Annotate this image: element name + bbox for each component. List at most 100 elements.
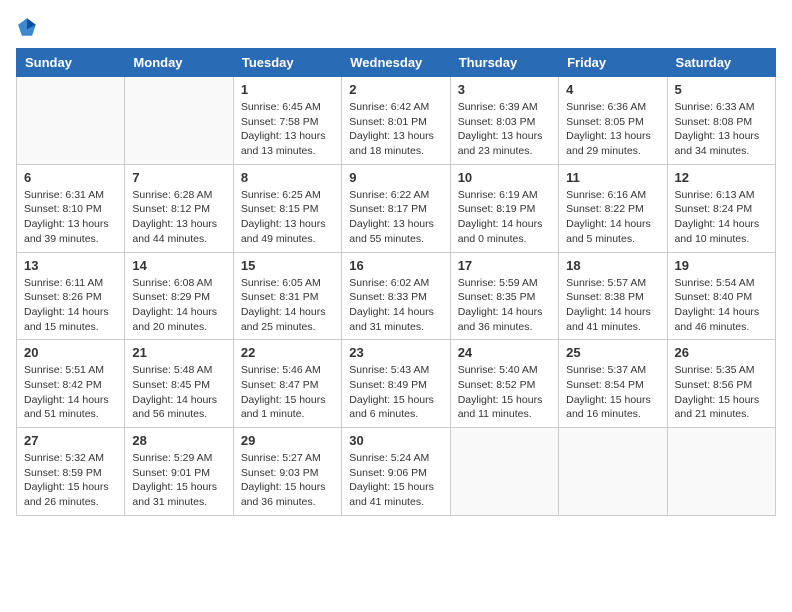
day-number: 23 [349,345,442,360]
calendar-cell: 16 Sunrise: 6:02 AMSunset: 8:33 PMDayligh… [342,252,450,340]
day-info: Sunrise: 6:02 AMSunset: 8:33 PMDaylight:… [349,276,442,335]
calendar-cell [125,77,233,165]
day-number: 12 [675,170,768,185]
calendar-cell: 22 Sunrise: 5:46 AMSunset: 8:47 PMDayligh… [233,340,341,428]
calendar-cell: 15Sunrise: 6:05 AMSunset: 8:31 PMDayligh… [233,252,341,340]
day-info: Sunrise: 5:32 AMSunset: 8:59 PMDaylight:… [24,451,117,510]
calendar-cell: 1 Sunrise: 6:45 AMSunset: 7:58 PMDaylight… [233,77,341,165]
calendar-week-row: 13 Sunrise: 6:11 AMSunset: 8:26 PMDayligh… [17,252,776,340]
day-info: Sunrise: 5:24 AMSunset: 9:06 PMDaylight:… [349,451,442,510]
calendar-cell: 12 Sunrise: 6:13 AMSunset: 8:24 PMDayligh… [667,164,775,252]
calendar-cell: 20 Sunrise: 5:51 AMSunset: 8:42 PMDayligh… [17,340,125,428]
day-number: 24 [458,345,551,360]
day-info: Sunrise: 5:27 AMSunset: 9:03 PMDaylight:… [241,451,334,510]
calendar-week-row: 27 Sunrise: 5:32 AMSunset: 8:59 PMDayligh… [17,428,776,516]
weekday-header: Tuesday [233,49,341,77]
weekday-header: Thursday [450,49,558,77]
calendar-cell: 23 Sunrise: 5:43 AMSunset: 8:49 PMDayligh… [342,340,450,428]
day-info: Sunrise: 5:51 AMSunset: 8:42 PMDaylight:… [24,363,117,422]
calendar-cell [559,428,667,516]
logo-icon [16,16,38,38]
calendar-cell: 25 Sunrise: 5:37 AMSunset: 8:54 PMDayligh… [559,340,667,428]
logo [16,16,42,38]
calendar-cell: 13 Sunrise: 6:11 AMSunset: 8:26 PMDayligh… [17,252,125,340]
day-number: 16 [349,258,442,273]
calendar-cell: 17 Sunrise: 5:59 AMSunset: 8:35 PMDayligh… [450,252,558,340]
day-number: 2 [349,82,442,97]
day-number: 25 [566,345,659,360]
day-info: Sunrise: 6:42 AMSunset: 8:01 PMDaylight:… [349,100,442,159]
calendar-cell: 11Sunrise: 6:16 AMSunset: 8:22 PMDayligh… [559,164,667,252]
day-number: 4 [566,82,659,97]
day-number: 13 [24,258,117,273]
day-info: Sunrise: 5:43 AMSunset: 8:49 PMDaylight:… [349,363,442,422]
day-number: 18 [566,258,659,273]
day-info: Sunrise: 5:54 AMSunset: 8:40 PMDaylight:… [675,276,768,335]
calendar-week-row: 20 Sunrise: 5:51 AMSunset: 8:42 PMDayligh… [17,340,776,428]
calendar-cell: 7 Sunrise: 6:28 AMSunset: 8:12 PMDaylight… [125,164,233,252]
calendar-cell: 6 Sunrise: 6:31 AMSunset: 8:10 PMDaylight… [17,164,125,252]
day-number: 6 [24,170,117,185]
day-number: 20 [24,345,117,360]
day-info: Sunrise: 5:48 AMSunset: 8:45 PMDaylight:… [132,363,225,422]
day-info: Sunrise: 6:33 AMSunset: 8:08 PMDaylight:… [675,100,768,159]
day-number: 30 [349,433,442,448]
day-number: 28 [132,433,225,448]
day-number: 26 [675,345,768,360]
day-info: Sunrise: 6:22 AMSunset: 8:17 PMDaylight:… [349,188,442,247]
day-number: 29 [241,433,334,448]
weekday-header: Friday [559,49,667,77]
calendar-cell: 10 Sunrise: 6:19 AMSunset: 8:19 PMDayligh… [450,164,558,252]
day-number: 15 [241,258,334,273]
day-info: Sunrise: 5:35 AMSunset: 8:56 PMDaylight:… [675,363,768,422]
calendar-week-row: 1 Sunrise: 6:45 AMSunset: 7:58 PMDaylight… [17,77,776,165]
day-info: Sunrise: 5:46 AMSunset: 8:47 PMDaylight:… [241,363,334,422]
calendar-cell [450,428,558,516]
weekday-header: Saturday [667,49,775,77]
calendar-cell: 5 Sunrise: 6:33 AMSunset: 8:08 PMDaylight… [667,77,775,165]
day-info: Sunrise: 6:11 AMSunset: 8:26 PMDaylight:… [24,276,117,335]
calendar-week-row: 6 Sunrise: 6:31 AMSunset: 8:10 PMDaylight… [17,164,776,252]
calendar-cell: 3Sunrise: 6:39 AMSunset: 8:03 PMDaylight… [450,77,558,165]
calendar-cell: 21 Sunrise: 5:48 AMSunset: 8:45 PMDayligh… [125,340,233,428]
day-number: 10 [458,170,551,185]
weekday-header: Monday [125,49,233,77]
calendar-cell: 2 Sunrise: 6:42 AMSunset: 8:01 PMDaylight… [342,77,450,165]
day-info: Sunrise: 5:40 AMSunset: 8:52 PMDaylight:… [458,363,551,422]
day-number: 22 [241,345,334,360]
day-number: 21 [132,345,225,360]
day-number: 8 [241,170,334,185]
calendar-cell [667,428,775,516]
day-number: 19 [675,258,768,273]
day-info: Sunrise: 6:19 AMSunset: 8:19 PMDaylight:… [458,188,551,247]
calendar-cell: 19 Sunrise: 5:54 AMSunset: 8:40 PMDayligh… [667,252,775,340]
calendar-cell: 18Sunrise: 5:57 AMSunset: 8:38 PMDayligh… [559,252,667,340]
day-info: Sunrise: 6:39 AMSunset: 8:03 PMDaylight:… [458,100,551,159]
calendar-cell: 28Sunrise: 5:29 AMSunset: 9:01 PMDayligh… [125,428,233,516]
weekday-header: Sunday [17,49,125,77]
day-info: Sunrise: 6:45 AMSunset: 7:58 PMDaylight:… [241,100,334,159]
day-number: 17 [458,258,551,273]
day-info: Sunrise: 5:59 AMSunset: 8:35 PMDaylight:… [458,276,551,335]
day-info: Sunrise: 6:08 AMSunset: 8:29 PMDaylight:… [132,276,225,335]
day-number: 7 [132,170,225,185]
calendar-cell [17,77,125,165]
weekday-header: Wednesday [342,49,450,77]
calendar-cell: 29 Sunrise: 5:27 AMSunset: 9:03 PMDayligh… [233,428,341,516]
day-number: 1 [241,82,334,97]
day-info: Sunrise: 6:13 AMSunset: 8:24 PMDaylight:… [675,188,768,247]
day-number: 27 [24,433,117,448]
calendar-cell: 8 Sunrise: 6:25 AMSunset: 8:15 PMDaylight… [233,164,341,252]
day-info: Sunrise: 6:28 AMSunset: 8:12 PMDaylight:… [132,188,225,247]
calendar-cell: 9Sunrise: 6:22 AMSunset: 8:17 PMDaylight… [342,164,450,252]
day-info: Sunrise: 6:31 AMSunset: 8:10 PMDaylight:… [24,188,117,247]
calendar-table: SundayMondayTuesdayWednesdayThursdayFrid… [16,48,776,516]
day-number: 14 [132,258,225,273]
calendar-cell: 27 Sunrise: 5:32 AMSunset: 8:59 PMDayligh… [17,428,125,516]
header [16,16,776,38]
day-number: 5 [675,82,768,97]
day-info: Sunrise: 6:25 AMSunset: 8:15 PMDaylight:… [241,188,334,247]
calendar-cell: 30 Sunrise: 5:24 AMSunset: 9:06 PMDayligh… [342,428,450,516]
weekday-header-row: SundayMondayTuesdayWednesdayThursdayFrid… [17,49,776,77]
day-info: Sunrise: 5:37 AMSunset: 8:54 PMDaylight:… [566,363,659,422]
